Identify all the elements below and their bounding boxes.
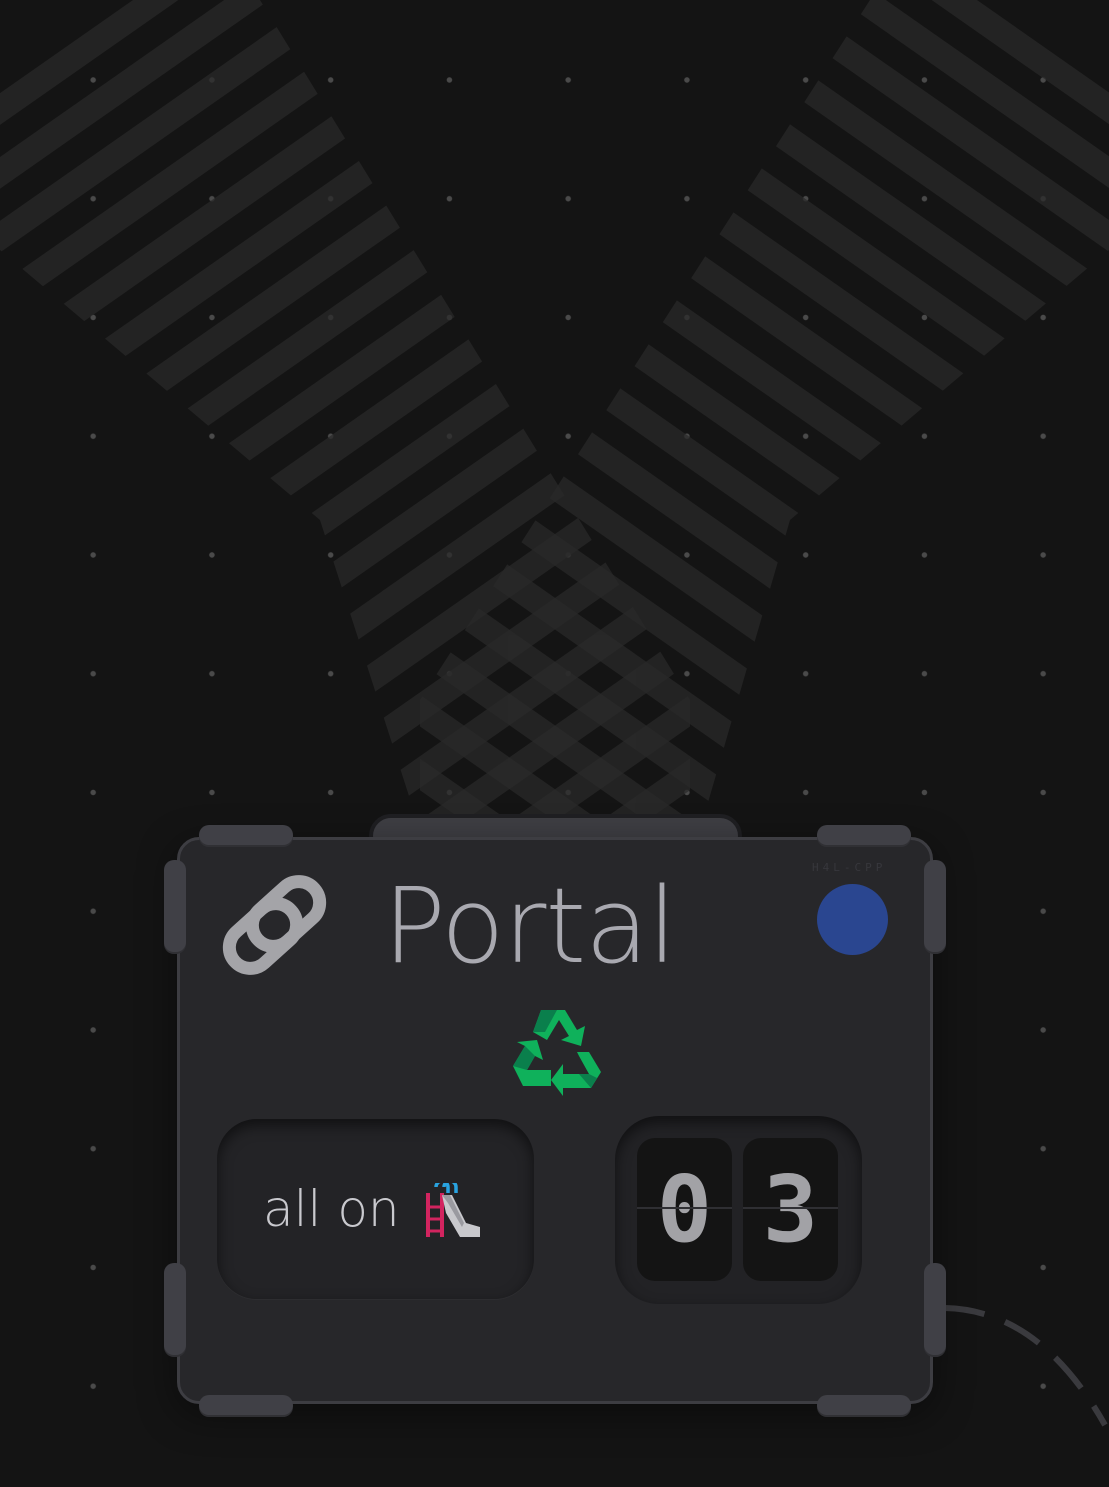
badge-serial: H4L-CPP — [812, 861, 887, 874]
playground-slide-icon — [425, 1183, 480, 1237]
badge-tab-bottom-left — [199, 1395, 293, 1417]
all-on-label: all on — [263, 1180, 400, 1238]
all-on-button[interactable]: all on — [217, 1119, 534, 1299]
badge-tab-bottom-right — [817, 1395, 911, 1417]
status-indicator — [817, 884, 888, 955]
badge-tab-top-left — [199, 825, 293, 847]
recycle-icon — [513, 1010, 601, 1096]
badge-tab-left-bottom — [164, 1263, 186, 1357]
link-icon — [222, 875, 327, 975]
lanyard-stripe — [844, 0, 1109, 203]
counter-digit-ones: 3 — [743, 1138, 838, 1281]
badge-tab-left-top — [164, 860, 186, 954]
counter-digit-tens: 0 — [637, 1138, 732, 1281]
counter-display: 0 3 — [615, 1116, 862, 1304]
badge-tab-top-right — [817, 825, 911, 847]
badge-title: Portal — [383, 865, 677, 987]
badge-tab-right-bottom — [924, 1263, 946, 1357]
badge-tab-right-top — [924, 860, 946, 954]
